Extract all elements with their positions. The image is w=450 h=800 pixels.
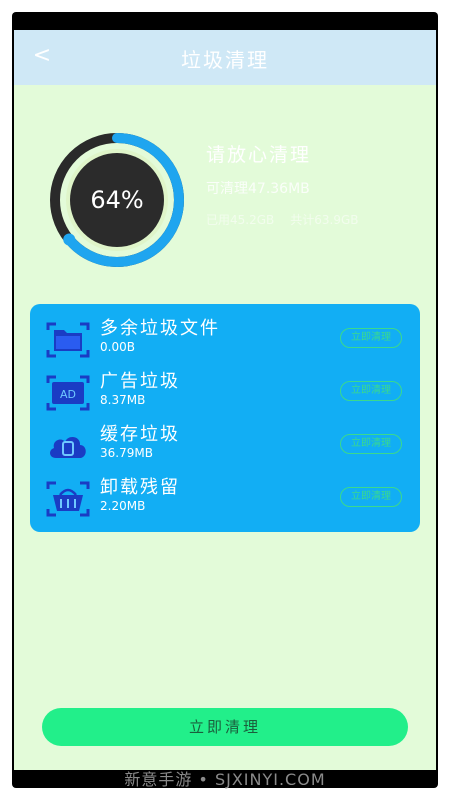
category-row-uninstall[interactable]: 卸载残留 2.20MB 立即清理 — [30, 473, 420, 523]
category-size: 0.00B — [100, 340, 135, 354]
app-screen: < 垃圾清理 64% 请放心清理 可清理47.36MB 已用45.2GB 共计6… — [14, 30, 436, 770]
headline: 请放心清理 — [206, 144, 312, 166]
title-bar: < 垃圾清理 — [14, 30, 436, 85]
svg-text:AD: AD — [60, 388, 76, 401]
category-row-redundant[interactable]: 多余垃圾文件 0.00B 立即清理 — [30, 314, 420, 364]
category-row-cache[interactable]: 缓存垃圾 36.79MB 立即清理 — [30, 420, 420, 470]
ring-knob — [63, 233, 76, 246]
cleanable-size: 可清理47.36MB — [206, 181, 310, 197]
storage-info: 已用45.2GB 共计63.9GB — [206, 211, 359, 228]
page-title: 垃圾清理 — [181, 48, 269, 72]
category-name: 多余垃圾文件 — [100, 318, 220, 339]
category-name: 缓存垃圾 — [100, 424, 180, 445]
usage-percent: 64% — [90, 186, 143, 214]
storage-used: 已用45.2GB — [206, 213, 275, 227]
category-name: 卸载残留 — [100, 477, 180, 498]
usage-ring: 64% — [42, 125, 192, 275]
clean-now-button[interactable]: 立即清理 — [340, 434, 402, 454]
basket-icon — [46, 481, 90, 517]
watermark: 新意手游 • SJXINYI.COM — [124, 770, 326, 789]
ad-icon: AD — [46, 375, 90, 411]
junk-category-panel: 多余垃圾文件 0.00B 立即清理 AD 广告垃圾 8.37MB 立即清理 缓存… — [30, 304, 420, 532]
clean-all-button[interactable]: 立即清理 — [42, 708, 408, 746]
storage-total: 共计63.9GB — [290, 213, 359, 227]
category-size: 8.37MB — [100, 393, 146, 407]
category-name: 广告垃圾 — [100, 371, 180, 392]
clean-now-button[interactable]: 立即清理 — [340, 328, 402, 348]
category-size: 36.79MB — [100, 446, 153, 460]
category-size: 2.20MB — [100, 499, 146, 513]
clean-now-button[interactable]: 立即清理 — [340, 487, 402, 507]
cache-cloud-icon — [50, 436, 86, 458]
folder-icon — [46, 322, 90, 358]
clean-now-button[interactable]: 立即清理 — [340, 381, 402, 401]
category-row-ads[interactable]: AD 广告垃圾 8.37MB 立即清理 — [30, 367, 420, 417]
